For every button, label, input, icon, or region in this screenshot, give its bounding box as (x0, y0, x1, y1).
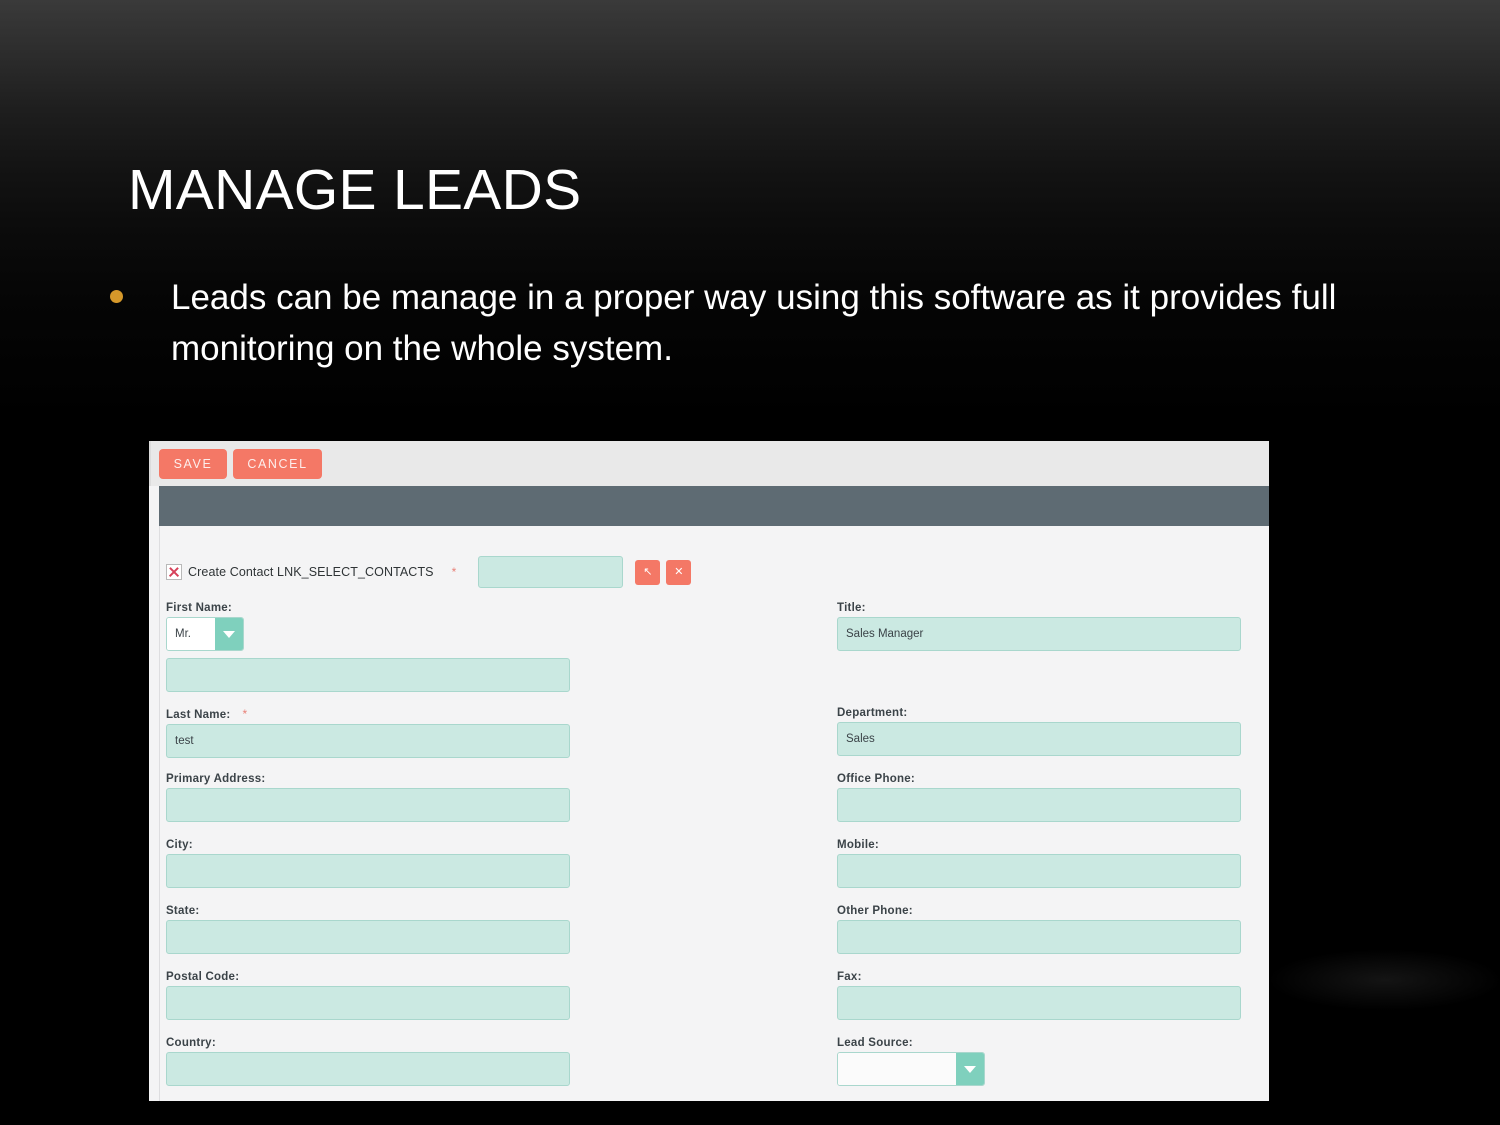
save-button[interactable]: SAVE (159, 449, 227, 479)
field-label-last-name-text: Last Name: (166, 709, 231, 721)
bullet-dot-icon (110, 290, 123, 303)
last-name-input[interactable] (166, 724, 570, 758)
field-label-country: Country: (166, 1037, 216, 1049)
field-country: Country: (166, 1037, 570, 1086)
fax-input[interactable] (837, 986, 1241, 1020)
close-x-icon[interactable]: ✕ (666, 559, 692, 585)
mobile-input[interactable] (837, 854, 1241, 888)
field-other-phone: Other Phone: (837, 905, 1241, 954)
cancel-button[interactable]: CANCEL (233, 449, 322, 479)
field-label-last-name: Last Name: * (166, 707, 570, 721)
field-primary-address: Primary Address: (166, 773, 570, 822)
chevron-down-icon[interactable] (215, 618, 243, 650)
contact-select-input[interactable] (478, 556, 624, 588)
other-phone-input[interactable] (837, 920, 1241, 954)
salutation-select[interactable]: Mr. (166, 617, 244, 651)
city-input[interactable] (166, 854, 570, 888)
field-lead-source: Lead Source: (837, 1037, 985, 1086)
field-label-other-phone: Other Phone: (837, 905, 913, 917)
field-label-state: State: (166, 905, 200, 917)
field-label-fax: Fax: (837, 971, 862, 983)
field-office-phone: Office Phone: (837, 773, 1241, 822)
field-label-office-phone: Office Phone: (837, 773, 916, 785)
field-postal-code: Postal Code: (166, 971, 570, 1020)
lead-source-select[interactable] (837, 1052, 985, 1086)
field-first-name: First Name: Mr. (166, 602, 570, 692)
title-input[interactable] (837, 617, 1241, 651)
app-header-bar (159, 486, 1269, 526)
field-label-department: Department: (837, 707, 908, 719)
state-input[interactable] (166, 920, 570, 954)
field-state: State: (166, 905, 570, 954)
chevron-down-icon[interactable] (956, 1053, 984, 1085)
create-contact-label: Create Contact LNK_SELECT_CONTACTS (188, 565, 434, 579)
field-label-city: City: (166, 839, 193, 851)
field-label-first-name: First Name: (166, 602, 233, 614)
country-input[interactable] (166, 1052, 570, 1086)
app-form-body: Create Contact LNK_SELECT_CONTACTS * ↖ ✕… (159, 526, 1269, 1101)
office-phone-input[interactable] (837, 788, 1241, 822)
bullet-text: Leads can be manage in a proper way usin… (171, 278, 1337, 368)
required-marker: * (451, 565, 457, 579)
page-title: MANAGE LEADS (128, 158, 582, 222)
primary-address-input[interactable] (166, 788, 570, 822)
slide-canvas: MANAGE LEADS Leads can be manage in a pr… (0, 0, 1500, 1125)
field-fax: Fax: (837, 971, 1241, 1020)
field-label-title: Title: (837, 602, 866, 614)
broken-image-icon (166, 564, 182, 580)
field-city: City: (166, 839, 570, 888)
postal-code-input[interactable] (166, 986, 570, 1020)
field-label-mobile: Mobile: (837, 839, 879, 851)
field-last-name: Last Name: * (166, 707, 570, 758)
cursor-arrow-icon[interactable]: ↖ (635, 559, 661, 585)
embedded-app-screenshot: SAVE CANCEL Create Contact LNK_SELECT_CO… (149, 441, 1269, 1101)
field-label-postal-code: Postal Code: (166, 971, 240, 983)
bullet-list-item: Leads can be manage in a proper way usin… (110, 272, 1410, 374)
field-label-primary-address: Primary Address: (166, 773, 266, 785)
field-title: Title: (837, 602, 1241, 651)
required-marker-last-name: * (242, 707, 248, 721)
lead-source-select-value (838, 1053, 956, 1085)
app-toolbar: SAVE CANCEL (149, 441, 1269, 486)
field-department: Department: (837, 707, 1241, 756)
first-name-input[interactable] (166, 658, 570, 692)
department-input[interactable] (837, 722, 1241, 756)
salutation-select-value: Mr. (167, 618, 215, 650)
field-label-lead-source: Lead Source: (837, 1037, 913, 1049)
field-mobile: Mobile: (837, 839, 1241, 888)
create-contact-row: Create Contact LNK_SELECT_CONTACTS * ↖ ✕ (166, 554, 692, 590)
